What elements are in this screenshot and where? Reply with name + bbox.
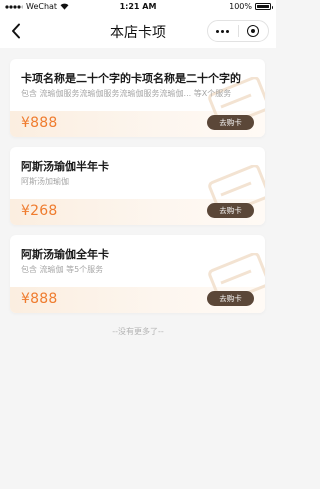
- nav-bar: 本店卡项: [0, 14, 276, 48]
- battery-icon: [255, 3, 273, 10]
- miniprogram-capsule: [207, 20, 269, 42]
- card-price: ¥268: [21, 203, 58, 219]
- status-bar: WeChat 1:21 AM 100%: [0, 0, 276, 14]
- close-miniprogram-button[interactable]: [239, 21, 269, 41]
- buy-card-button[interactable]: 去购卡: [207, 291, 254, 306]
- card-list: 卡项名称是二十个字的卡项名称是二十个字的 包含 流瑜伽服务流瑜伽服务流瑜伽服务流…: [10, 59, 265, 323]
- more-dots-icon: [216, 29, 230, 33]
- battery-percent: 100%: [229, 2, 252, 11]
- card-price: ¥888: [21, 291, 58, 307]
- card-name: 卡项名称是二十个字的卡项名称是二十个字的: [21, 72, 241, 85]
- card-name: 阿斯汤瑜伽全年卡: [21, 248, 109, 261]
- card-item[interactable]: 阿斯汤瑜伽全年卡 包含 流瑜伽 等5个服务 ¥888 去购卡: [10, 235, 265, 313]
- buy-card-button[interactable]: 去购卡: [207, 203, 254, 218]
- card-item[interactable]: 卡项名称是二十个字的卡项名称是二十个字的 包含 流瑜伽服务流瑜伽服务流瑜伽服务流…: [10, 59, 265, 137]
- card-description: 阿斯汤加瑜伽: [21, 177, 69, 186]
- card-description: 包含 流瑜伽服务流瑜伽服务流瑜伽服务流瑜伽... 等X个服务: [21, 89, 232, 98]
- card-item[interactable]: 阿斯汤瑜伽半年卡 阿斯汤加瑜伽 ¥268 去购卡: [10, 147, 265, 225]
- target-icon: [247, 25, 260, 37]
- more-menu-button[interactable]: [208, 21, 238, 41]
- card-description: 包含 流瑜伽 等5个服务: [21, 265, 104, 274]
- card-price: ¥888: [21, 115, 58, 131]
- no-more-text: --没有更多了--: [112, 327, 164, 336]
- card-name: 阿斯汤瑜伽半年卡: [21, 160, 109, 173]
- status-right: 100%: [229, 2, 273, 11]
- buy-card-button[interactable]: 去购卡: [207, 115, 254, 130]
